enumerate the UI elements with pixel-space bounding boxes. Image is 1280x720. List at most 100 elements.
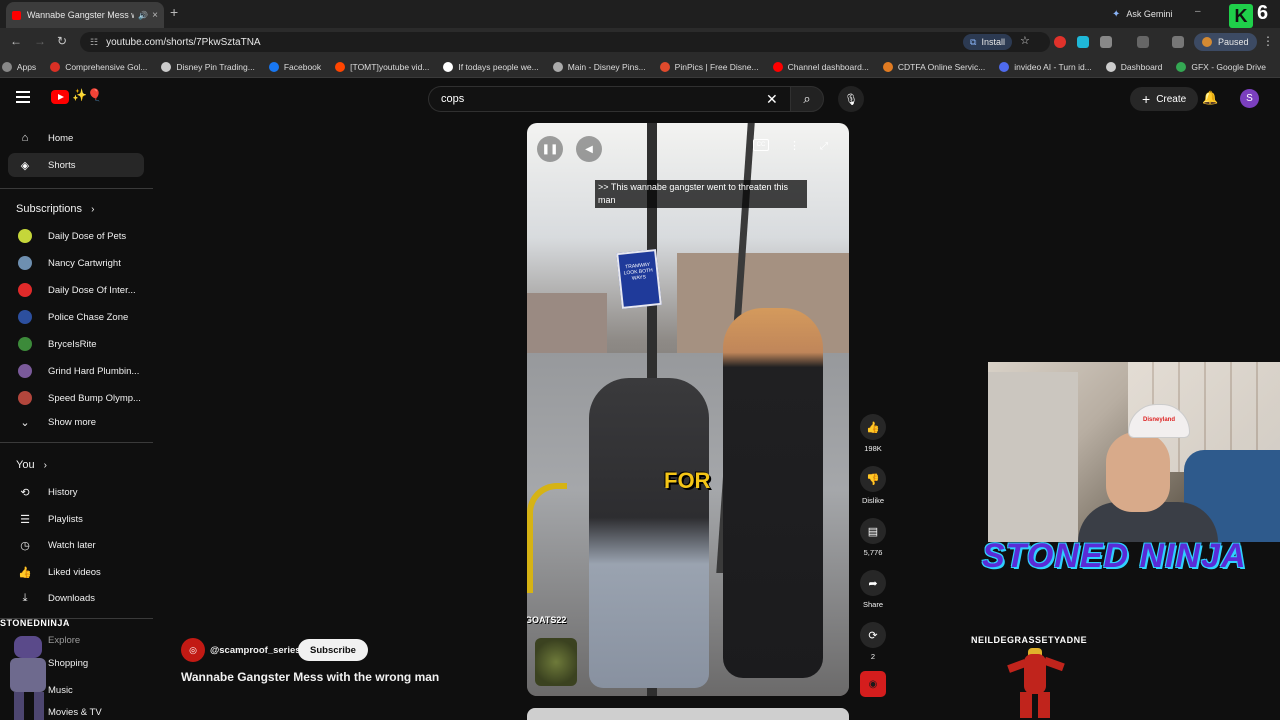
forward-button[interactable]: → bbox=[34, 34, 46, 48]
comments-action[interactable]: ▤ 5,776 bbox=[860, 518, 886, 557]
menu-icon[interactable] bbox=[16, 91, 32, 105]
fullscreen-icon[interactable]: ⤢ bbox=[820, 141, 828, 152]
bookmark-star-icon[interactable]: ☆ bbox=[1020, 34, 1032, 47]
bookmark-item[interactable]: Apps bbox=[1, 61, 36, 72]
volume-button[interactable]: ◀ bbox=[576, 136, 602, 162]
address-bar[interactable]: ☷ youtube.com/shorts/7PkwSztaTNA bbox=[80, 32, 1050, 52]
profile-paused-chip[interactable]: Paused bbox=[1194, 33, 1257, 51]
ask-gemini-button[interactable]: ✦ Ask Gemini bbox=[1104, 5, 1180, 23]
channel-handle[interactable]: @scamproof_series bbox=[210, 645, 301, 656]
show-more-button[interactable]: ⌄ Show more bbox=[8, 410, 144, 434]
reload-button[interactable]: ↻ bbox=[57, 34, 67, 48]
shorts-video-player[interactable]: TRAMWAY LOOK BOTH WAYS ❚❚ ◀ CC ⋮ ⤢ >> Th… bbox=[527, 123, 849, 696]
share-button[interactable]: ➦ bbox=[860, 570, 886, 596]
bookmark-item[interactable]: If todays people we... bbox=[443, 61, 539, 72]
bookmark-item[interactable]: GFX - Google Drive bbox=[1176, 61, 1266, 72]
youtube-logo-icon[interactable] bbox=[51, 90, 69, 104]
sidebar-subscription-item[interactable]: Police Chase Zone bbox=[8, 305, 144, 329]
search-input[interactable]: cops bbox=[428, 86, 792, 112]
sidebar-toggle-icon[interactable] bbox=[1137, 36, 1149, 48]
plus-icon: + bbox=[1142, 91, 1151, 107]
create-button[interactable]: + Create bbox=[1130, 87, 1199, 111]
clear-search-icon[interactable]: ✕ bbox=[766, 91, 778, 108]
sidebar-subscription-item[interactable]: Speed Bump Olymp... bbox=[8, 386, 144, 410]
browser-menu-icon[interactable]: ⋮ bbox=[1262, 34, 1274, 48]
bookmark-item[interactable]: Dashboard bbox=[1105, 61, 1162, 72]
history-icon: ⟲ bbox=[20, 486, 30, 499]
bookmark-item[interactable]: Disney Pin Trading... bbox=[161, 61, 255, 72]
sidebar-item-liked-videos[interactable]: 👍 Liked videos bbox=[8, 560, 144, 584]
bookmark-item[interactable]: PinPics | Free Disne... bbox=[659, 61, 759, 72]
bookmark-item[interactable]: [TOMT]youtube vid... bbox=[335, 61, 429, 72]
bookmark-label: Disney Pin Trading... bbox=[176, 61, 255, 72]
sidebar-subscription-item[interactable]: Nancy Cartwright bbox=[8, 251, 144, 275]
channel-avatar-icon bbox=[18, 337, 32, 351]
sidebar-item-playlists[interactable]: ☰ Playlists bbox=[8, 507, 144, 531]
bookmark-label: If todays people we... bbox=[458, 61, 539, 72]
sidebar-item-label: Downloads bbox=[48, 592, 95, 604]
volume-icon: ◀ bbox=[585, 143, 593, 155]
playlists-icon: ☰ bbox=[20, 513, 30, 526]
sidebar-item-home[interactable]: ⌂ Home bbox=[8, 126, 144, 150]
you-header-label: You bbox=[16, 459, 35, 471]
sidebar-item-downloads[interactable]: ⤓ Downloads bbox=[8, 586, 144, 610]
install-app-button[interactable]: ⧉ Install bbox=[963, 34, 1012, 50]
bookmark-favicon-icon bbox=[161, 61, 172, 72]
captions-button[interactable]: CC bbox=[753, 139, 769, 151]
dislike-action[interactable]: 👎 Dislike bbox=[860, 466, 886, 505]
new-tab-button[interactable]: + bbox=[170, 4, 178, 20]
chevron-right-icon: › bbox=[91, 204, 95, 215]
channel-avatar[interactable]: ◎ bbox=[181, 638, 205, 662]
next-short-preview[interactable] bbox=[527, 708, 849, 720]
voice-search-button[interactable]: 🎙 bbox=[838, 86, 864, 112]
comments-button[interactable]: ▤ bbox=[860, 518, 886, 544]
like-button[interactable]: 👍 bbox=[860, 414, 886, 440]
more-options-icon[interactable]: ⋮ bbox=[789, 139, 800, 152]
bookmark-favicon-icon bbox=[1105, 61, 1116, 72]
account-avatar[interactable]: S bbox=[1240, 89, 1259, 108]
share-action[interactable]: ➦ Share bbox=[860, 570, 886, 609]
search-icon: ⌕ bbox=[803, 91, 811, 106]
sidebar-item-label: Daily Dose Of Inter... bbox=[48, 284, 136, 296]
back-button[interactable]: ← bbox=[10, 34, 22, 48]
bookmark-item[interactable]: CDTFA Online Servic... bbox=[882, 61, 985, 72]
sidebar-divider bbox=[0, 442, 153, 443]
bookmark-item[interactable]: Comprehensive Gol... bbox=[50, 61, 147, 72]
pause-button[interactable]: ❚❚ bbox=[537, 136, 563, 162]
subscriptions-header-label: Subscriptions bbox=[16, 203, 83, 215]
sidebar-subscription-item[interactable]: Daily Dose of Pets bbox=[8, 224, 144, 248]
dislike-button[interactable]: 👎 bbox=[860, 466, 886, 492]
extension-red-icon[interactable] bbox=[1054, 36, 1066, 48]
extensions-puzzle-icon[interactable] bbox=[1100, 36, 1112, 48]
sidebar-subscription-item[interactable]: BryceIsRite bbox=[8, 332, 144, 356]
tab-title: Wannabe Gangster Mess w bbox=[27, 10, 135, 20]
bookmark-item[interactable]: invideo AI - Turn id... bbox=[999, 61, 1092, 72]
bookmark-item[interactable]: Facebook bbox=[268, 61, 321, 72]
sidebar-item-label: Nancy Cartwright bbox=[48, 257, 121, 269]
remix-button[interactable]: ⟳ bbox=[860, 622, 886, 648]
extension-blue-icon[interactable] bbox=[1077, 36, 1089, 48]
media-controls-icon[interactable] bbox=[1172, 36, 1184, 48]
sidebar-divider bbox=[0, 188, 153, 189]
site-info-icon[interactable]: ☷ bbox=[90, 37, 98, 48]
video-title[interactable]: Wannabe Gangster Mess with the wrong man bbox=[181, 670, 439, 684]
window-controls[interactable]: – bbox=[1195, 6, 1221, 17]
sidebar-subscription-item[interactable]: Grind Hard Plumbin... bbox=[8, 359, 144, 383]
subscribe-button[interactable]: Subscribe bbox=[298, 639, 368, 661]
share-label: Share bbox=[862, 600, 883, 609]
bookmark-item[interactable]: Main - Disney Pins... bbox=[552, 61, 646, 72]
notifications-bell-icon[interactable]: 🔔 bbox=[1202, 90, 1218, 106]
sidebar-subscription-item[interactable]: Daily Dose Of Inter... bbox=[8, 278, 144, 302]
you-header[interactable]: You › bbox=[16, 459, 47, 471]
subscriptions-header[interactable]: Subscriptions › bbox=[16, 203, 94, 215]
sidebar-item-watch-later[interactable]: ◷ Watch later bbox=[8, 533, 144, 557]
sidebar-item-shorts[interactable]: ◈ Shorts bbox=[8, 153, 144, 177]
sidebar-item-history[interactable]: ⟲ History bbox=[8, 480, 144, 504]
tab-close-icon[interactable]: × bbox=[152, 10, 158, 21]
like-action[interactable]: 👍 198K bbox=[860, 414, 886, 453]
browser-tab[interactable]: Wannabe Gangster Mess w 🔊 × bbox=[6, 2, 164, 28]
bookmark-item[interactable]: Channel dashboard... bbox=[772, 61, 869, 72]
remix-action[interactable]: ⟳ 2 bbox=[860, 622, 886, 661]
search-button[interactable]: ⌕ bbox=[790, 86, 824, 112]
sound-thumbnail[interactable]: ◉ bbox=[860, 671, 886, 697]
